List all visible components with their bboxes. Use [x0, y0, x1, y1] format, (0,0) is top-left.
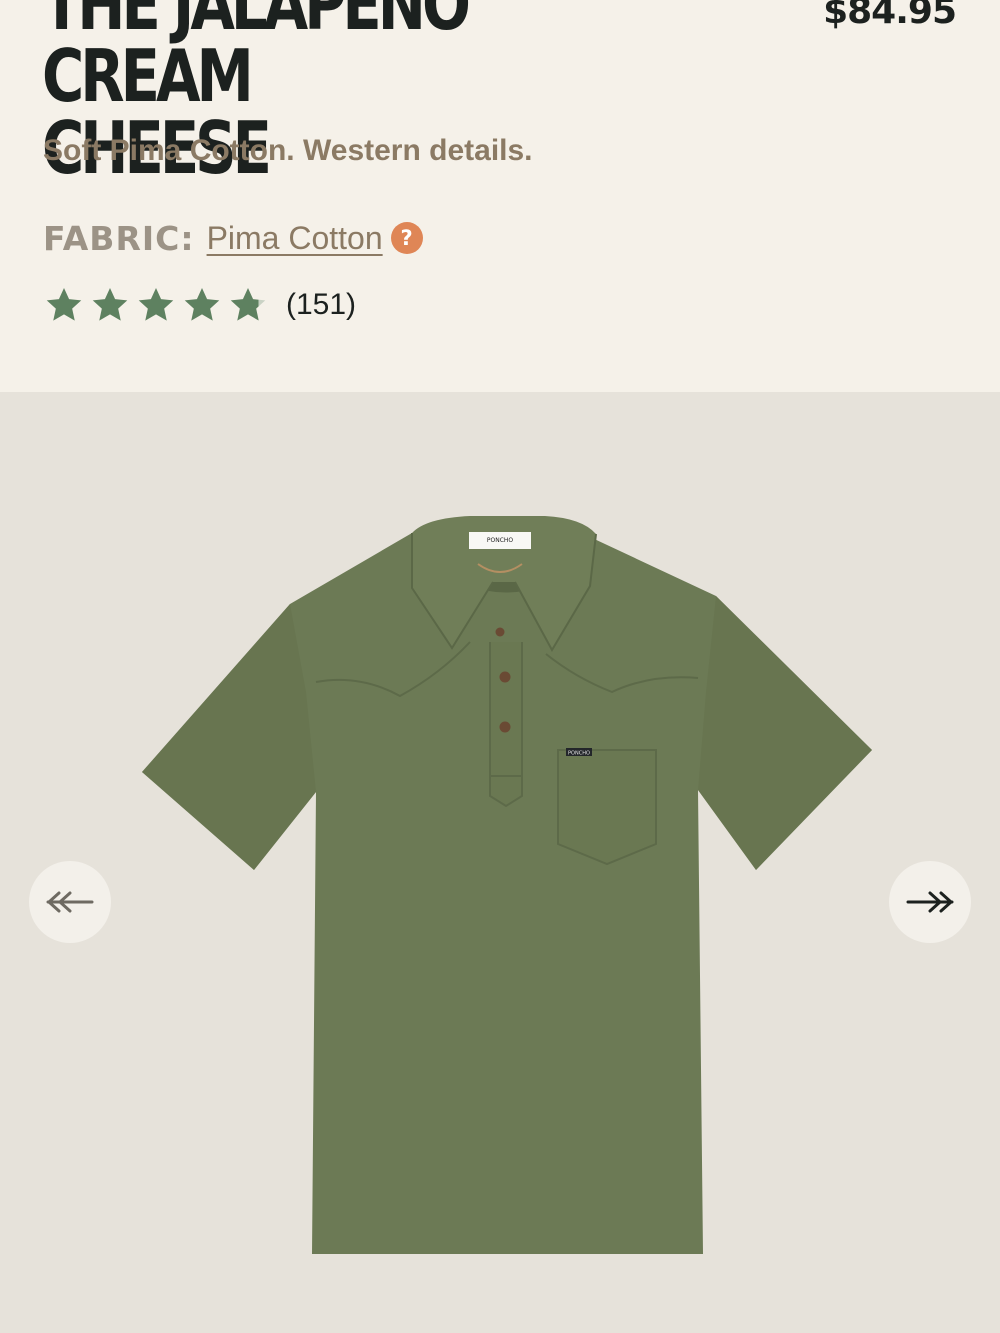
- arrow-left-icon: [46, 891, 94, 913]
- star-icon: [46, 288, 82, 321]
- gallery-next-button[interactable]: [889, 861, 971, 943]
- arrow-right-icon: [906, 891, 954, 913]
- product-title-line-1: The Jalapeño Cream: [42, 0, 471, 118]
- fabric-link[interactable]: Pima Cotton: [207, 220, 383, 257]
- review-count-link[interactable]: (151): [286, 288, 356, 322]
- fabric-row: FABRIC: Pima Cotton ?: [43, 216, 423, 260]
- fabric-help-icon[interactable]: ?: [390, 222, 423, 254]
- product-tagline: Soft Pima Cotton. Western details.: [43, 134, 533, 167]
- star-icon: [184, 288, 220, 321]
- product-gallery: PONCHO PONCHO: [0, 392, 1000, 1333]
- product-image: PONCHO PONCHO: [142, 516, 872, 1254]
- rating-row[interactable]: (151): [44, 283, 356, 327]
- star-icon: [138, 288, 174, 321]
- fabric-label: FABRIC:: [43, 218, 195, 258]
- svg-text:PONCHO: PONCHO: [568, 751, 590, 757]
- chest-pocket: [557, 749, 657, 866]
- star-half-icon: [230, 288, 266, 321]
- star-icon: [92, 288, 128, 321]
- product-price: $84.95: [823, 0, 957, 32]
- shirt-body: [142, 533, 872, 1254]
- product-info: The Jalapeño Cream Cheese $84.95 Soft Pi…: [0, 0, 1000, 392]
- star-rating: [44, 285, 274, 325]
- gallery-prev-button[interactable]: [29, 861, 111, 943]
- svg-text:PONCHO: PONCHO: [487, 537, 514, 544]
